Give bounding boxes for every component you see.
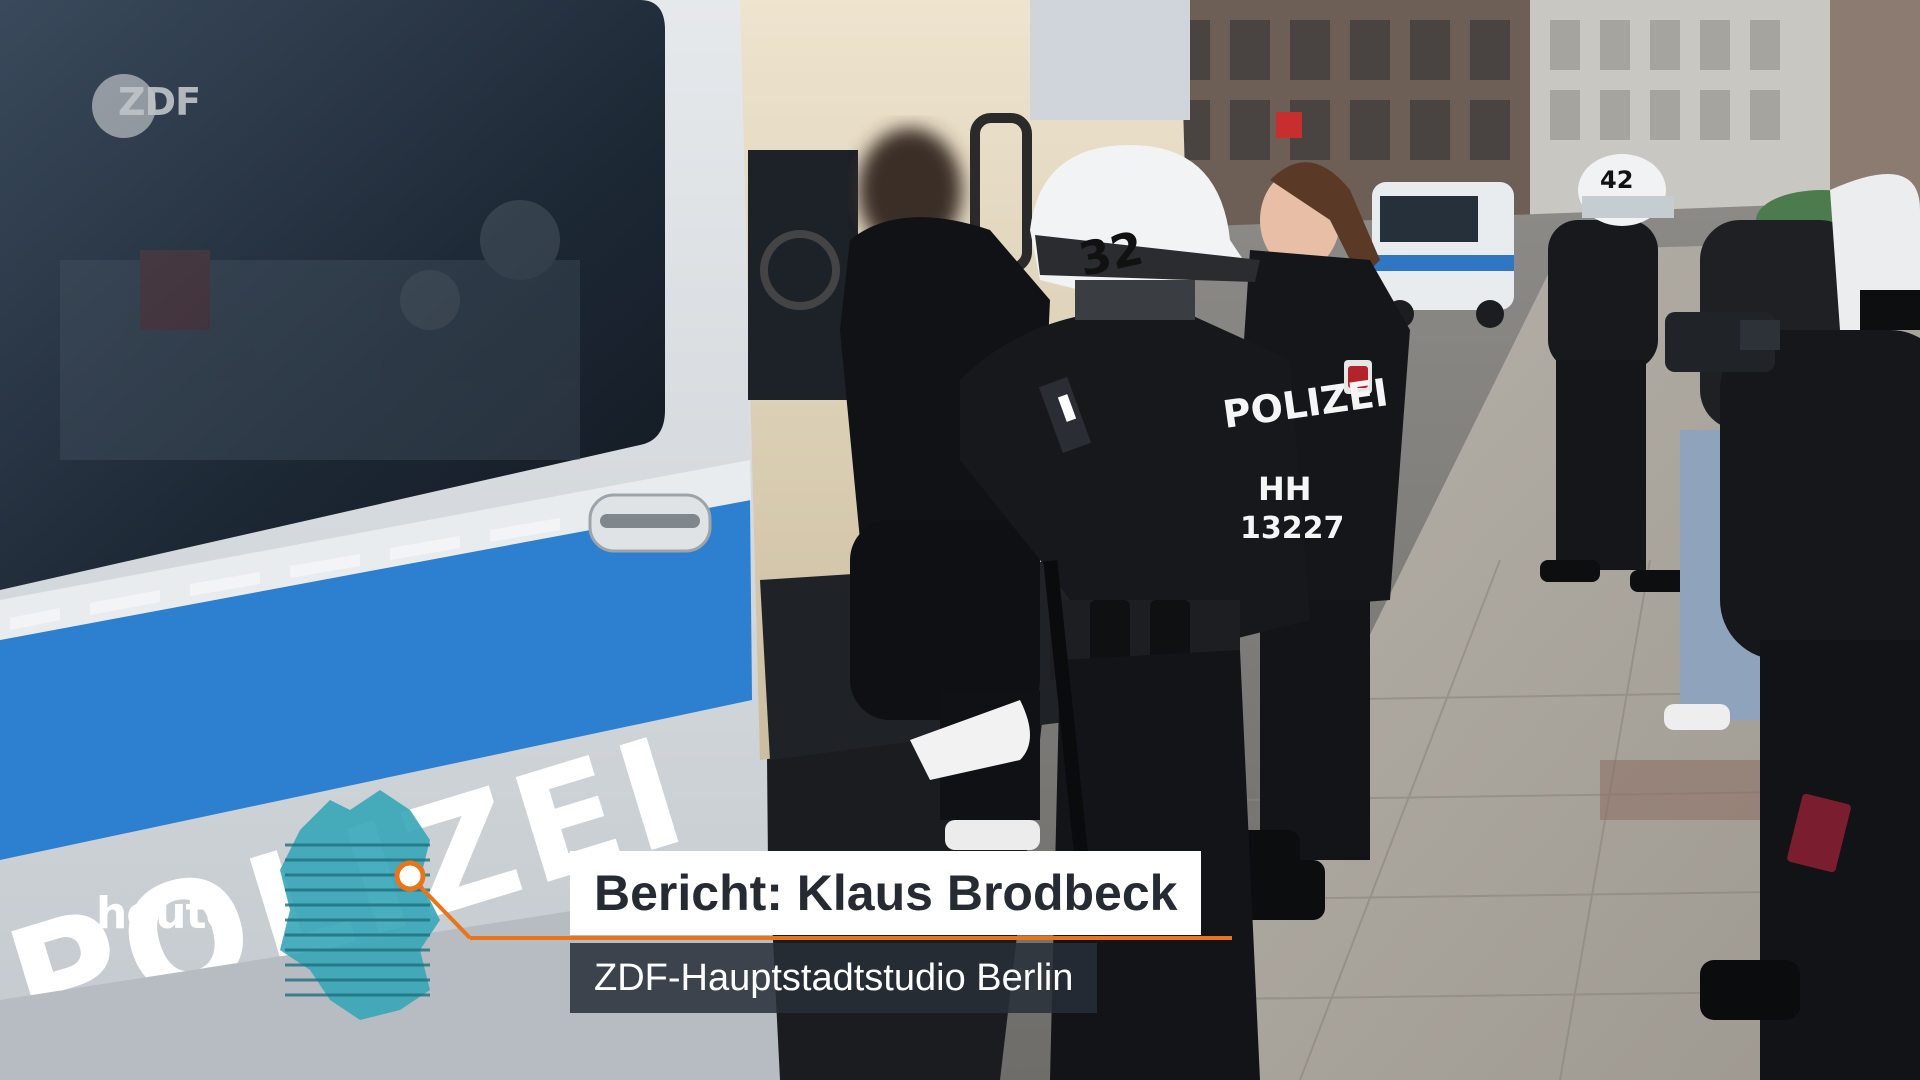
zdf-logo-text: ZDF xyxy=(118,80,201,124)
lower-third-name-text: Bericht: Klaus Brodbeck xyxy=(594,865,1178,921)
program-brand: heute xyxy=(96,888,235,939)
camera-operator xyxy=(1665,312,1780,372)
lower-third-name: Bericht: Klaus Brodbeck xyxy=(570,851,1202,935)
lower-third-role: ZDF-Hauptstadtstudio Berlin xyxy=(570,943,1098,1013)
zdf-logo: ZDF xyxy=(92,72,212,142)
lower-third-role-text: ZDF-Hauptstadtstudio Berlin xyxy=(594,956,1074,999)
jacket-number: 13227 xyxy=(1240,511,1344,546)
helmet-number-back: 42 xyxy=(1600,166,1633,194)
jacket-id: HH xyxy=(1258,470,1312,508)
video-frame: 42 32 POLIZEI HH 13227 ZDF heute Bericht… xyxy=(0,0,1920,1080)
